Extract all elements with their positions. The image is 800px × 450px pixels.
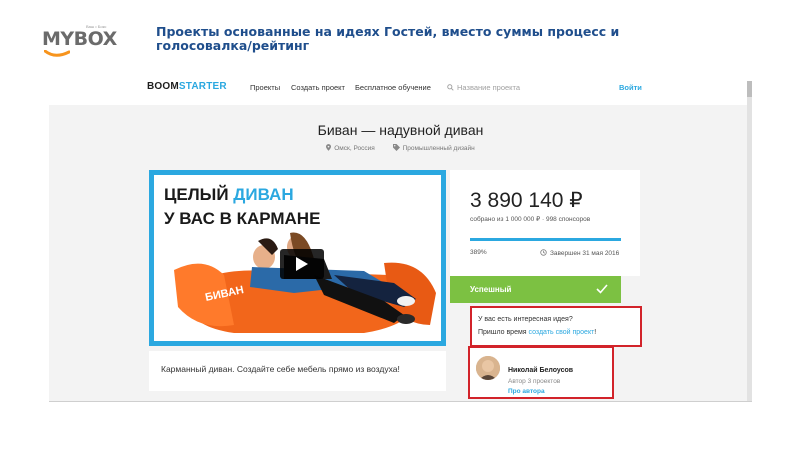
scrollbar-thumb[interactable] [747, 81, 752, 97]
avatar-photo-icon [476, 356, 500, 380]
funding-ended-text: Завершен 31 мая 2016 [550, 250, 620, 257]
idea-line2: Пришло время создать свой проект! [478, 329, 596, 336]
about-author-link[interactable]: Про автора [508, 388, 545, 395]
logo-text: MYBOX [42, 28, 117, 50]
idea-prefix: Пришло время [478, 329, 529, 336]
project-description-card: Карманный диван. Создайте себе мебель пр… [149, 351, 446, 391]
video-frame: ЦЕЛЫЙ ДИВАН У ВАС В КАРМАНЕ БИВАН [154, 175, 441, 341]
author-card: Николай Белоусов Автор 3 проектов Про ав… [468, 346, 614, 399]
tag-icon [392, 144, 400, 151]
search-input[interactable]: Название проекта [447, 83, 520, 92]
site-navbar: BOOMSTARTER Проекты Создать проект Беспл… [49, 71, 752, 105]
project-video[interactable]: ЦЕЛЫЙ ДИВАН У ВАС В КАРМАНЕ БИВАН [149, 170, 446, 346]
funding-panel: 3 890 140 ₽ собрано из 1 000 000 ₽ · 998… [450, 170, 640, 276]
slide-title-line2: голосовалка/рейтинг [156, 38, 310, 53]
video-play-button[interactable] [280, 249, 324, 279]
status-label: Успешный [470, 285, 512, 294]
funding-collected: собрано из 1 000 000 ₽ · 998 спонсоров [470, 216, 591, 223]
search-icon [447, 84, 454, 91]
boomstarter-logo[interactable]: BOOMSTARTER [147, 81, 227, 92]
funding-progress-bar [470, 238, 621, 241]
idea-line1: У вас есть интересная идея? [478, 316, 573, 323]
mybox-logo: Ваш • Бокс MYBOX [42, 24, 118, 58]
logo-swoosh-icon [44, 50, 70, 57]
location-item[interactable]: Омск, Россия [326, 144, 376, 152]
project-title: Биван — надувной диван [317, 122, 484, 138]
category-text: Промышленный дизайн [402, 145, 475, 152]
idea-cta-box: У вас есть интересная идея? Пришло время… [470, 306, 642, 347]
nav-free-training[interactable]: Бесплатное обучение [355, 83, 431, 92]
slide-title: Проекты основанные на идеях Гостей, вмес… [156, 25, 626, 53]
nav-create-project[interactable]: Создать проект [291, 83, 345, 92]
slide-title-line1: Проекты основанные на идеях Гостей, вмес… [156, 24, 620, 39]
project-description: Карманный диван. Создайте себе мебель пр… [161, 364, 400, 374]
project-meta: Омск, Россия Промышленный дизайн [49, 144, 752, 152]
funding-amount: 3 890 140 ₽ [470, 189, 583, 212]
author-avatar[interactable] [476, 356, 500, 380]
clock-icon [540, 249, 547, 256]
create-project-link[interactable]: создать свой проект [529, 329, 595, 336]
nav-projects[interactable]: Проекты [250, 83, 280, 92]
search-placeholder: Название проекта [457, 83, 521, 92]
author-projects: Автор 3 проектов [508, 378, 561, 385]
idea-suffix: ! [594, 329, 597, 336]
checkmark-icon [596, 284, 608, 294]
author-name[interactable]: Николай Белоусов [508, 367, 573, 374]
logo-boom: BOOM [147, 81, 179, 92]
play-icon [296, 257, 308, 271]
funding-percent: 389% [470, 249, 487, 256]
status-success-bar: Успешный [450, 276, 621, 303]
location-pin-icon [326, 144, 332, 151]
login-link[interactable]: Войти [619, 83, 642, 92]
funding-ended: Завершен 31 мая 2016 [540, 249, 619, 257]
boomstarter-screenshot: BOOMSTARTER Проекты Создать проект Беспл… [49, 71, 752, 402]
location-text: Омск, Россия [334, 145, 375, 152]
logo-starter: STARTER [178, 81, 227, 92]
category-item[interactable]: Промышленный дизайн [392, 144, 475, 152]
